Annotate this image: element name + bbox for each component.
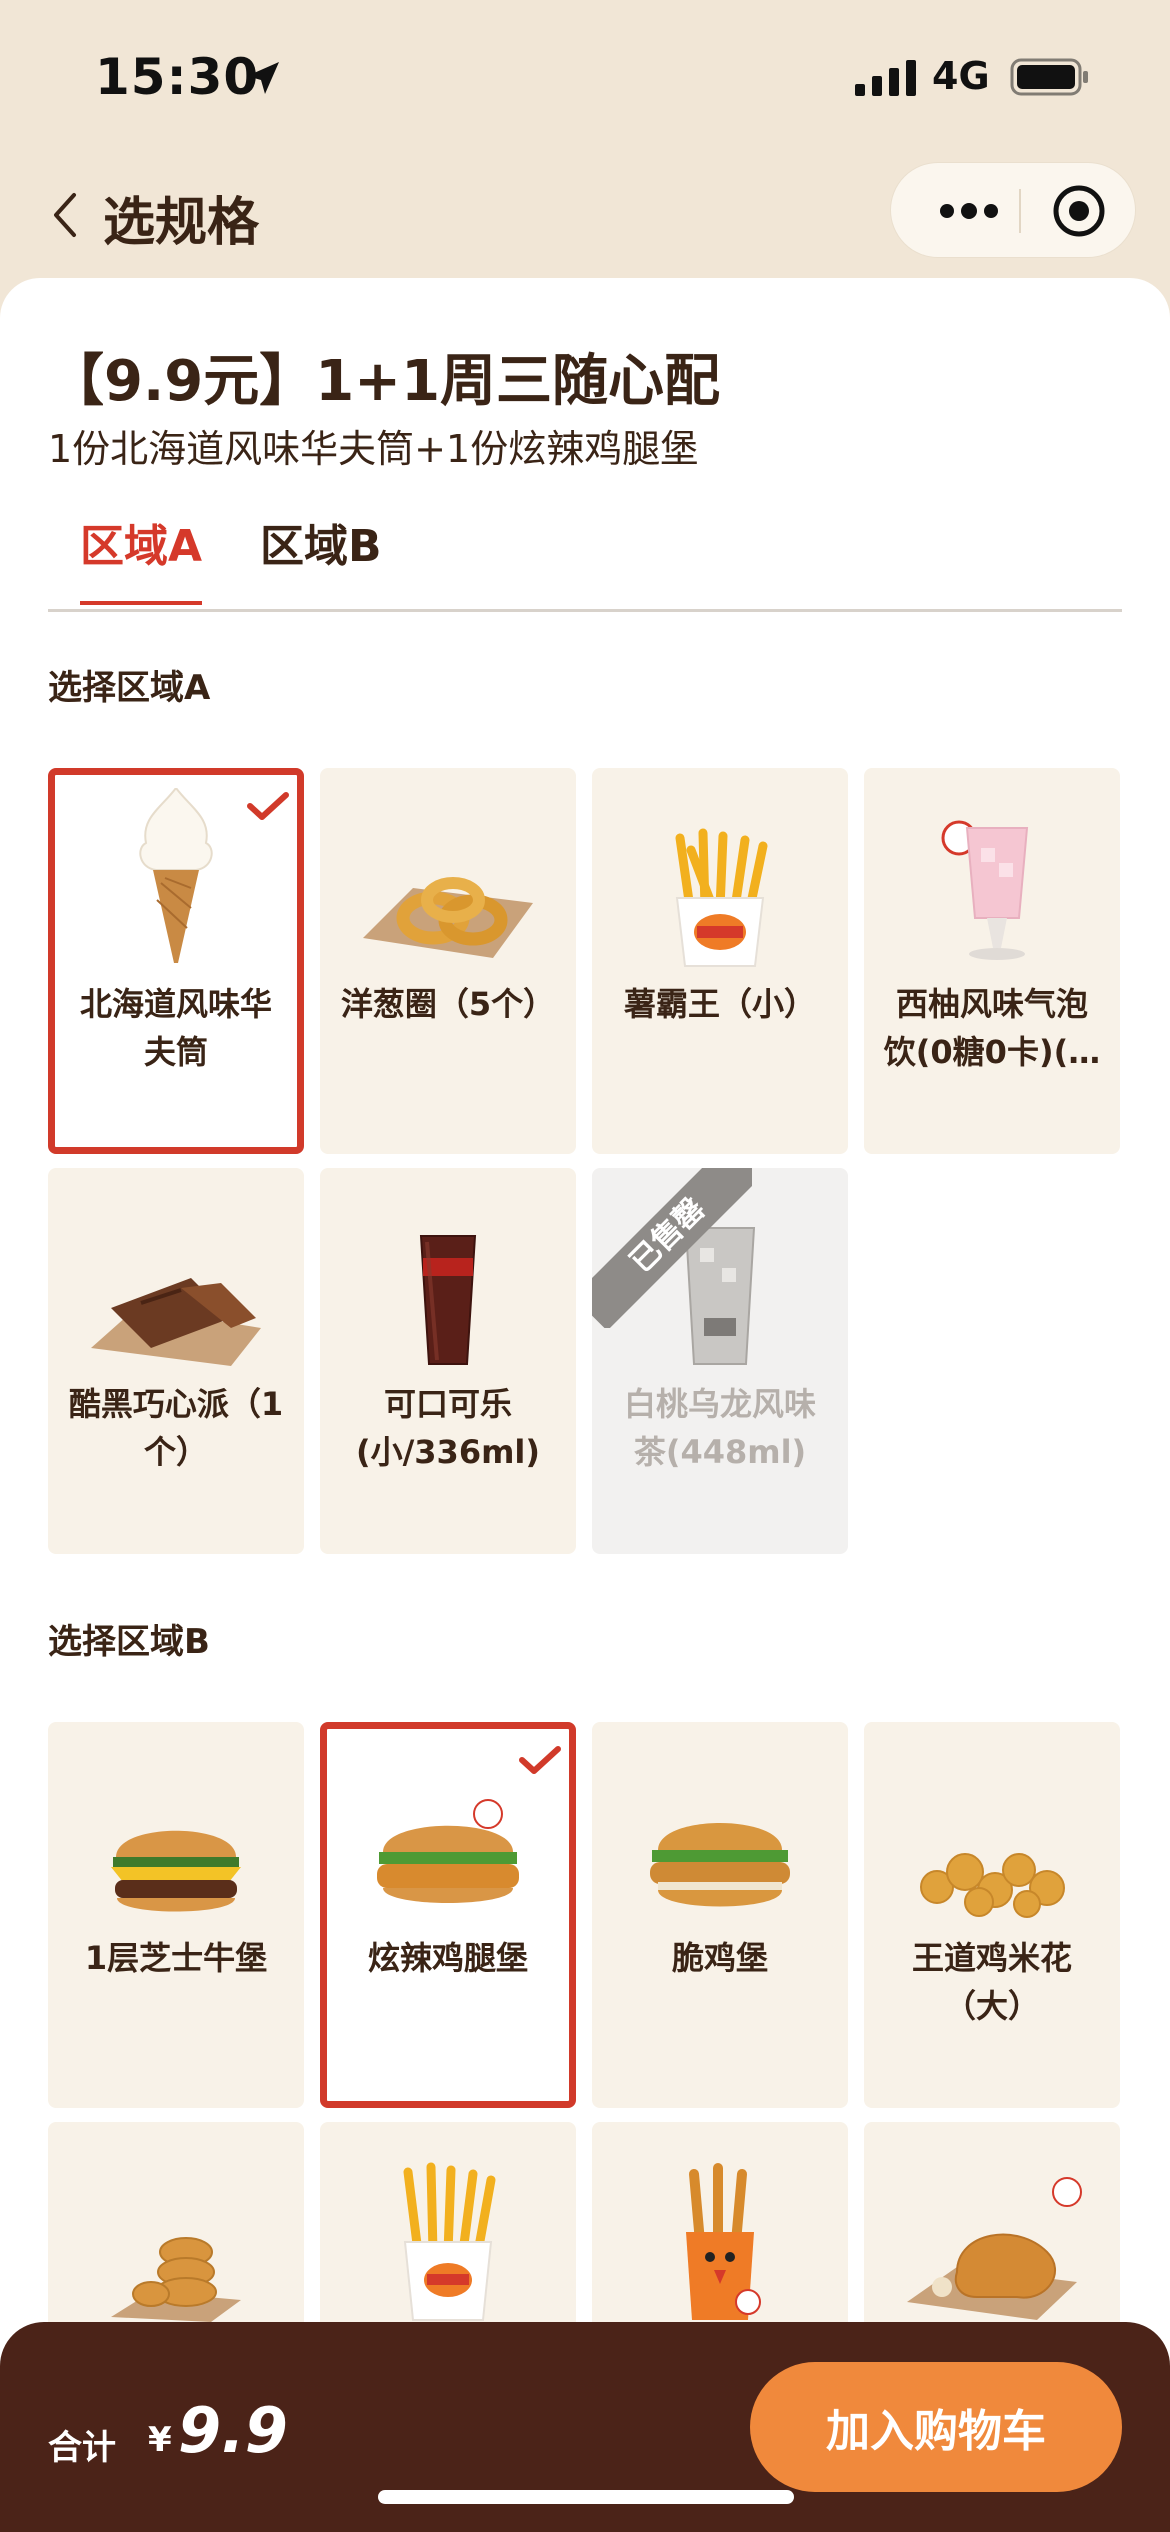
section-b-label: 选择区域B [48, 1622, 210, 1662]
checkmark-icon [519, 1746, 561, 1774]
option-card[interactable]: 西柚风味气泡饮(0糖0卡)(… [864, 768, 1120, 1154]
close-mini-program-button[interactable] [1051, 183, 1107, 239]
currency-symbol: ¥ [148, 2420, 172, 2460]
deal-subtitle: 1份北海道风味华夫筒+1份炫辣鸡腿堡 [48, 427, 699, 471]
option-name: 北海道风味华 夫筒 [79, 985, 272, 1071]
option-name: 西柚风味气泡饮(0糖0卡)(… [883, 985, 1101, 1071]
battery-icon [1010, 58, 1088, 96]
chocolate-pie-icon [48, 1168, 304, 1368]
cellular-signal-icon [855, 60, 916, 96]
deal-title: 【9.9元】1+1周三随心配 [48, 349, 721, 414]
total-label: 合计 [48, 2428, 116, 2468]
option-card[interactable]: 可口可乐(小/336ml) [320, 1168, 576, 1554]
tab-region-a[interactable]: 区域A [80, 510, 203, 605]
option-name: 洋葱圈（5个） [340, 985, 556, 1023]
fries-icon [592, 768, 848, 968]
region-tabs: 区域A 区域B [48, 510, 1122, 612]
option-card[interactable]: 北海道风味华 夫筒 [48, 768, 304, 1154]
option-card-soldout: 已售罄 白桃乌龙风味茶(448ml) [592, 1168, 848, 1554]
network-type: 4G [932, 54, 990, 98]
total-price: 9.9 [178, 2394, 288, 2467]
chicken-fries-icon [592, 2122, 848, 2322]
home-indicator [378, 2490, 794, 2504]
section-a-label: 选择区域A [48, 668, 211, 708]
tab-region-b[interactable]: 区域B [260, 510, 382, 602]
nuggets-icon [48, 2122, 304, 2322]
cola-icon [320, 1168, 576, 1368]
popcorn-chicken-icon [864, 1722, 1120, 1922]
back-button[interactable] [30, 180, 100, 250]
clock: 15:30 [95, 48, 260, 106]
more-dots-icon [940, 203, 998, 219]
add-to-cart-button[interactable]: 加入购物车 [750, 2362, 1122, 2492]
chevron-left-icon [54, 193, 76, 237]
option-name: 可口可乐(小/336ml) [355, 1385, 541, 1471]
cheeseburger-icon [48, 1722, 304, 1922]
mini-program-capsule [890, 162, 1136, 258]
option-card[interactable]: 洋葱圈（5个） [320, 768, 576, 1154]
option-name: 脆鸡堡 [671, 1939, 768, 1977]
checkmark-icon [247, 792, 289, 820]
option-name: 1层芝士牛堡 [84, 1939, 268, 1977]
status-bar: 15:30 4G [0, 0, 1170, 150]
spec-sheet: 【9.9元】1+1周三随心配 1份北海道风味华夫筒+1份炫辣鸡腿堡 区域A 区域… [0, 278, 1170, 2532]
page-title: 选规格 [103, 193, 260, 253]
location-arrow-icon [247, 62, 279, 94]
pink-drink-icon [864, 768, 1120, 968]
more-button[interactable] [929, 183, 1009, 239]
fries-icon [320, 2122, 576, 2322]
option-card[interactable]: 脆鸡堡 [592, 1722, 848, 2108]
capsule-divider [1019, 189, 1021, 233]
onion-rings-icon [320, 768, 576, 968]
option-card[interactable]: 酷黑巧心派（1个） [48, 1168, 304, 1554]
option-name: 薯霸王（小） [623, 985, 816, 1023]
option-card[interactable]: 王道鸡米花（大） [864, 1722, 1120, 2108]
option-name: 白桃乌龙风味茶(448ml) [623, 1385, 816, 1471]
chicken-leg-icon [864, 2122, 1120, 2322]
soldout-badge: 已售罄 [592, 1168, 752, 1328]
option-name: 酷黑巧心派（1个） [68, 1385, 284, 1471]
target-circle-icon [1053, 185, 1105, 237]
option-card[interactable]: 炫辣鸡腿堡 [320, 1722, 576, 2108]
option-name: 王道鸡米花（大） [911, 1939, 1072, 2025]
option-name: 炫辣鸡腿堡 [367, 1939, 528, 1977]
nav-bar: 选规格 [0, 150, 1170, 280]
chicken-burger-icon [592, 1722, 848, 1922]
option-card[interactable]: 薯霸王（小） [592, 768, 848, 1154]
option-card[interactable]: 1层芝士牛堡 [48, 1722, 304, 2108]
